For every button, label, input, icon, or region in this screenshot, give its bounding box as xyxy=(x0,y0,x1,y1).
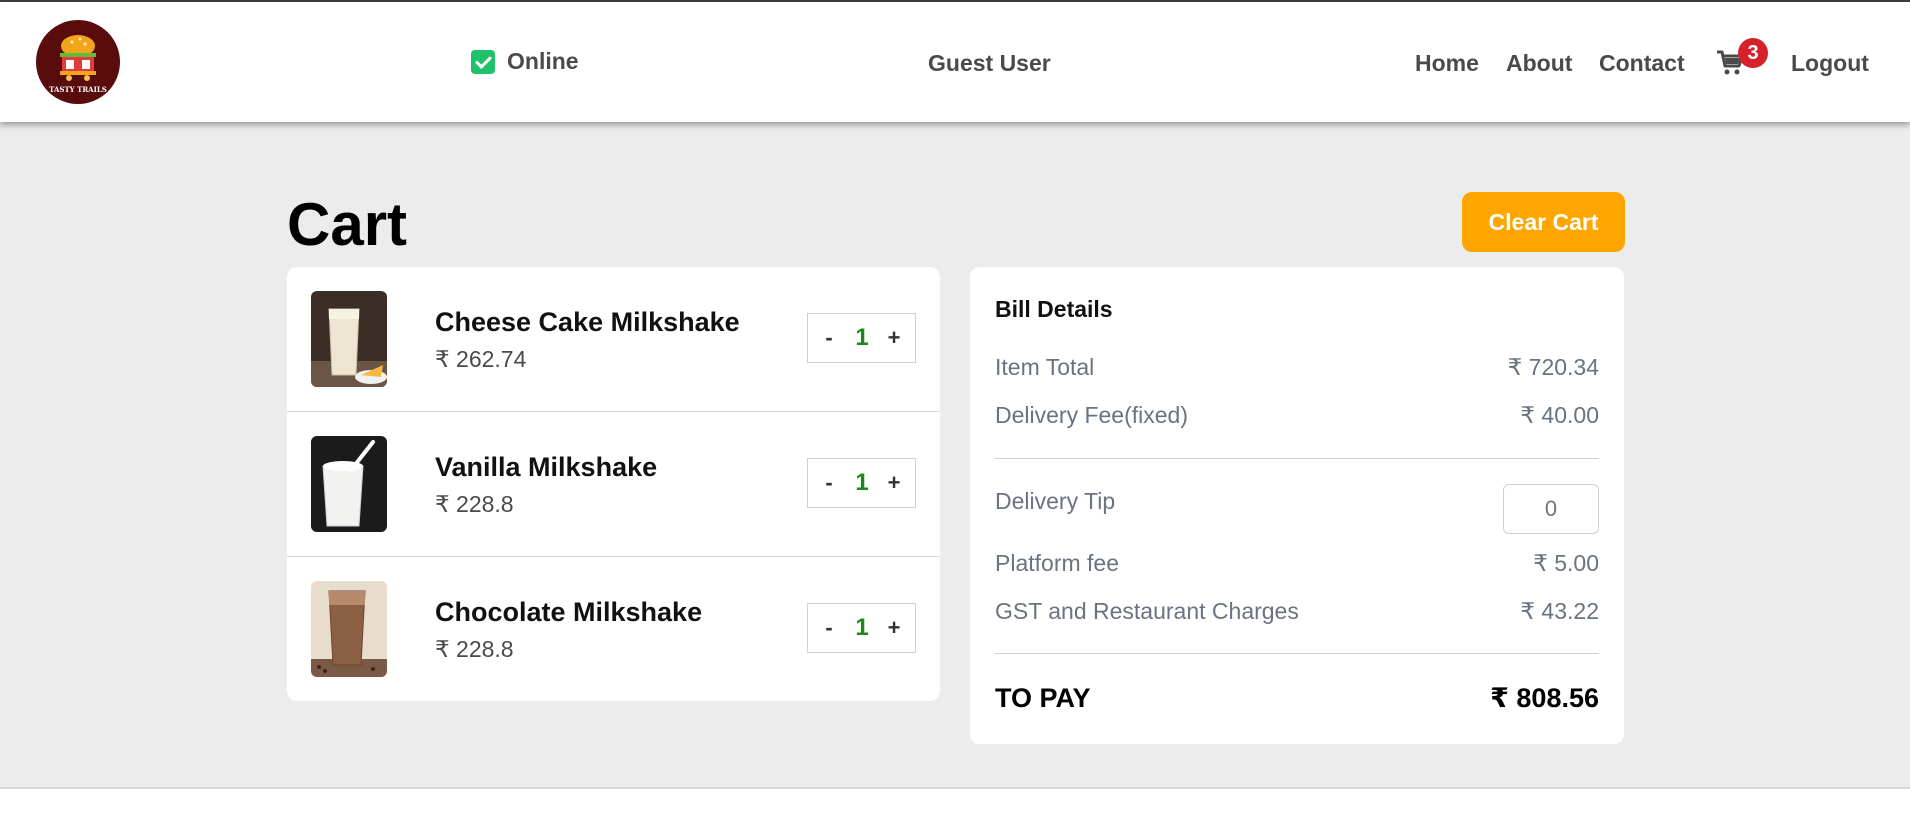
cart-items-list: Cheese Cake Milkshake ₹ 262.74 - 1 + Van… xyxy=(287,267,940,701)
bill-title: Bill Details xyxy=(995,296,1113,322)
cart-item: Cheese Cake Milkshake ₹ 262.74 - 1 + xyxy=(287,267,940,412)
quantity-value: 1 xyxy=(855,614,869,641)
status-label: Online xyxy=(507,48,579,74)
platform-fee-value: ₹ 5.00 xyxy=(1533,550,1599,576)
footer xyxy=(0,787,1910,824)
logout-link[interactable]: Logout xyxy=(1791,50,1869,77)
cart-item: Vanilla Milkshake ₹ 228.8 - 1 + xyxy=(287,412,940,557)
increase-button[interactable]: + xyxy=(879,459,909,507)
quantity-stepper: - 1 + xyxy=(807,603,916,653)
nav-contact[interactable]: Contact xyxy=(1599,50,1685,77)
navbar: TASTY TRAILS Online Guest User Home Abou… xyxy=(0,2,1910,122)
burger-cart-logo-icon: TASTY TRAILS xyxy=(49,35,107,94)
item-price: ₹ 262.74 xyxy=(435,346,527,372)
clear-cart-button[interactable]: Clear Cart xyxy=(1462,192,1625,252)
cart-item: Chocolate Milkshake ₹ 228.8 - 1 + xyxy=(287,557,940,701)
nav-about[interactable]: About xyxy=(1506,50,1572,77)
increase-button[interactable]: + xyxy=(879,314,909,362)
user-name: Guest User xyxy=(928,50,1051,76)
to-pay-value: ₹ 808.56 xyxy=(1490,683,1599,713)
item-name: Chocolate Milkshake xyxy=(435,597,703,627)
increase-button[interactable]: + xyxy=(879,604,909,652)
quantity-stepper: - 1 + xyxy=(807,458,916,508)
vanilla-milkshake-image xyxy=(311,436,387,532)
chocolate-milkshake-image xyxy=(311,581,387,677)
delivery-fee-label: Delivery Fee(fixed) xyxy=(995,402,1188,428)
quantity-value: 1 xyxy=(855,469,869,496)
decrease-button[interactable]: - xyxy=(814,314,844,362)
tasty-trails-logo[interactable]: TASTY TRAILS xyxy=(36,20,120,104)
quantity-value: 1 xyxy=(855,324,869,351)
item-total-value: ₹ 720.34 xyxy=(1507,354,1599,380)
delivery-fee-value: ₹ 40.00 xyxy=(1520,402,1599,428)
bill-details-card: Bill Details Item Total ₹ 720.34 Deliver… xyxy=(970,267,1624,744)
checkbox-checked-icon xyxy=(471,49,495,74)
to-pay-label: TO PAY xyxy=(995,683,1091,713)
divider xyxy=(995,653,1599,654)
divider xyxy=(995,458,1599,459)
item-total-label: Item Total xyxy=(995,354,1095,380)
decrease-button[interactable]: - xyxy=(814,459,844,507)
item-price: ₹ 228.8 xyxy=(435,491,514,517)
gst-value: ₹ 43.22 xyxy=(1520,598,1599,624)
nav-home[interactable]: Home xyxy=(1415,50,1479,77)
item-price: ₹ 228.8 xyxy=(435,636,514,662)
platform-fee-label: Platform fee xyxy=(995,550,1119,576)
page-title: Cart xyxy=(287,191,408,258)
delivery-tip-input[interactable] xyxy=(1503,484,1599,534)
quantity-stepper: - 1 + xyxy=(807,313,916,363)
logo-text: TASTY TRAILS xyxy=(49,85,107,94)
decrease-button[interactable]: - xyxy=(814,604,844,652)
cart-count-badge: 3 xyxy=(1738,38,1768,68)
gst-label: GST and Restaurant Charges xyxy=(995,598,1299,624)
item-name: Vanilla Milkshake xyxy=(435,452,658,482)
delivery-tip-label: Delivery Tip xyxy=(995,488,1116,514)
cheese-cake-milkshake-image xyxy=(311,291,387,387)
item-name: Cheese Cake Milkshake xyxy=(435,307,740,337)
online-status: Online xyxy=(471,48,579,75)
